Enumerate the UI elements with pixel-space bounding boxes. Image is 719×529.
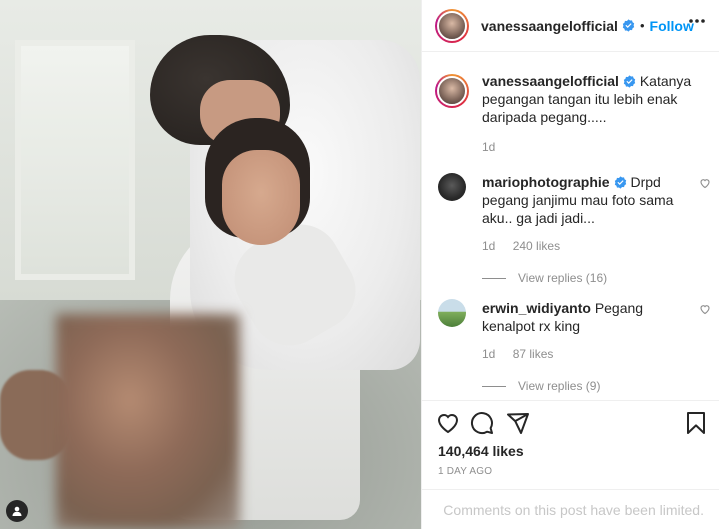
replies-divider xyxy=(482,277,506,279)
send-icon[interactable] xyxy=(506,411,530,435)
action-icons xyxy=(436,411,708,437)
comment-item: mariophotographie Drpd pegang janjimu ma… xyxy=(435,173,710,285)
caption-age: 1d xyxy=(482,140,496,154)
post-caption: vanessaangelofficial Katanya pegangan ta… xyxy=(435,72,705,154)
post-like-count[interactable]: 140,464 likes xyxy=(438,443,524,459)
comments-limited-notice: Comments on this post have been limited. xyxy=(422,489,719,529)
comment-meta: 1d 87 likes xyxy=(482,347,705,361)
post-photo[interactable] xyxy=(0,0,421,529)
comments-list[interactable]: vanessaangelofficial Katanya pegangan ta… xyxy=(422,52,719,400)
comment-avatar[interactable] xyxy=(438,299,466,327)
author-username[interactable]: vanessaangelofficial xyxy=(481,18,618,34)
comment-age: 1d xyxy=(482,239,496,253)
header-separator: • xyxy=(639,18,645,33)
post-date[interactable]: 1 DAY AGO xyxy=(438,466,492,477)
caption-text-block: vanessaangelofficial Katanya pegangan ta… xyxy=(482,72,705,126)
view-replies-button[interactable]: View replies (16) xyxy=(482,271,705,285)
comment-like-heart-icon[interactable] xyxy=(699,177,711,189)
user-icon[interactable] xyxy=(6,500,28,522)
photo-window xyxy=(15,40,135,280)
author-avatar[interactable] xyxy=(435,8,469,43)
view-replies-button[interactable]: View replies (9) xyxy=(482,379,705,393)
comment-meta: 1d 240 likes xyxy=(482,239,705,253)
post-header: vanessaangelofficial • Follow xyxy=(422,0,719,52)
photo-blurred-area xyxy=(56,314,240,529)
verified-badge-icon xyxy=(614,176,626,189)
view-replies-label[interactable]: View replies (16) xyxy=(518,271,607,285)
heart-icon[interactable] xyxy=(436,411,460,435)
comment-avatar[interactable] xyxy=(438,173,466,201)
more-options-icon[interactable] xyxy=(688,18,706,24)
comment-text-block: erwin_widiyanto Pegang kenalpot rx king xyxy=(482,299,705,335)
comment-username[interactable]: erwin_widiyanto xyxy=(482,300,591,316)
comment-likes[interactable]: 240 likes xyxy=(513,239,560,253)
caption-avatar[interactable] xyxy=(435,74,469,108)
caption-username[interactable]: vanessaangelofficial xyxy=(482,73,619,89)
comment-text-block: mariophotographie Drpd pegang janjimu ma… xyxy=(482,173,705,227)
comment-username[interactable]: mariophotographie xyxy=(482,174,610,190)
comment-age: 1d xyxy=(482,347,496,361)
post-actions: 140,464 likes 1 DAY AGO Comments on this… xyxy=(422,400,719,529)
comment-icon[interactable] xyxy=(470,411,494,435)
comment-likes[interactable]: 87 likes xyxy=(513,347,554,361)
bookmark-icon[interactable] xyxy=(684,411,708,435)
verified-badge-icon xyxy=(623,75,636,88)
post-side-panel: vanessaangelofficial • Follow vanessaang… xyxy=(421,0,719,529)
comment-like-heart-icon[interactable] xyxy=(699,303,711,315)
view-replies-label[interactable]: View replies (9) xyxy=(518,379,600,393)
verified-badge-icon xyxy=(622,19,635,32)
replies-divider xyxy=(482,385,506,387)
photo-woman-face xyxy=(222,150,300,245)
comment-item: erwin_widiyanto Pegang kenalpot rx king … xyxy=(435,299,710,393)
